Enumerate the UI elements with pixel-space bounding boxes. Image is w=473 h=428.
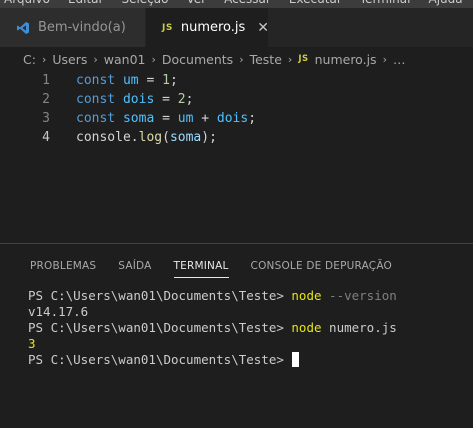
object-token: console — [76, 130, 131, 145]
breadcrumb-wan01[interactable]: wan01 — [104, 52, 146, 67]
menu-selecao[interactable]: Seleção — [112, 0, 177, 8]
paren-token: ( — [162, 130, 170, 145]
terminal-prompt: PS C:\Users\wan01\Documents\Teste> — [28, 320, 284, 335]
code-editor[interactable]: 1 const um = 1; 2 const dois = 2; 3 cons… — [0, 71, 473, 241]
panel-tab-bar: PROBLEMAS SAÍDA TERMINAL CONSOLE DE DEPU… — [0, 244, 473, 288]
chevron-right-icon: › — [239, 52, 244, 66]
bottom-panel: PROBLEMAS SAÍDA TERMINAL CONSOLE DE DEPU… — [0, 243, 473, 428]
operator-token: = — [162, 111, 170, 126]
code-line: 3 const soma = um + dois; — [0, 109, 473, 128]
breadcrumb-more[interactable]: … — [393, 52, 406, 67]
tab-numero-js[interactable]: JS numero.js ✕ — [146, 8, 269, 47]
line-number: 1 — [42, 73, 50, 88]
variable-token: dois — [122, 92, 155, 107]
tab-welcome[interactable]: Bem-vindo(a) — [0, 8, 146, 47]
breadcrumb-file[interactable]: numero.js — [315, 52, 377, 67]
terminal-command: node — [291, 320, 322, 335]
menu-terminal[interactable]: Terminal — [351, 0, 420, 8]
keyword-token: const — [76, 92, 116, 107]
chevron-right-icon: › — [93, 52, 98, 66]
chevron-right-icon: › — [287, 52, 293, 66]
code-line: 1 const um = 1; — [0, 71, 473, 90]
tab-saida[interactable]: SAÍDA — [118, 244, 151, 288]
terminal-prompt: PS C:\Users\wan01\Documents\Teste> — [28, 352, 284, 367]
variable-token: um — [122, 73, 139, 88]
terminal-command: node — [291, 288, 322, 303]
vscode-icon — [16, 21, 30, 35]
breadcrumb: C: › Users › wan01 › Documents › Teste ›… — [0, 47, 473, 71]
semicolon-token: ; — [185, 92, 194, 107]
menu-acessar[interactable]: Acessar — [215, 0, 280, 8]
chevron-right-icon: › — [41, 52, 47, 66]
operator-token: = — [162, 92, 170, 107]
terminal-cursor — [292, 352, 300, 367]
tab-welcome-label: Bem-vindo(a) — [38, 20, 126, 35]
line-number: 3 — [42, 111, 50, 126]
terminal-line: PS C:\Users\wan01\Documents\Teste> node … — [28, 288, 468, 304]
tab-problemas[interactable]: PROBLEMAS — [30, 244, 96, 288]
semicolon-token: ; — [169, 73, 178, 88]
argument-token: soma — [169, 130, 202, 145]
number-token: 2 — [177, 92, 186, 107]
tab-numero-js-label: numero.js — [180, 20, 246, 35]
menu-ver[interactable]: Ver — [177, 0, 215, 8]
menu-executar[interactable]: Executar — [280, 0, 351, 8]
terminal-output[interactable]: PS C:\Users\wan01\Documents\Teste> node … — [28, 288, 468, 368]
code-line: 2 const dois = 2; — [0, 90, 473, 109]
terminal-line: v14.17.6 — [28, 304, 89, 319]
variable-token: soma — [122, 111, 155, 126]
dot-token: . — [130, 130, 139, 145]
tab-console-depuracao[interactable]: CONSOLE DE DEPURAÇÃO — [251, 244, 392, 288]
menu-ajuda[interactable]: Ajuda — [419, 0, 471, 8]
js-file-icon: JS — [162, 22, 173, 33]
operator-token: + — [201, 111, 210, 126]
terminal-prompt: PS C:\Users\wan01\Documents\Teste> — [28, 288, 284, 303]
tab-terminal[interactable]: TERMINAL — [173, 244, 229, 288]
chevron-right-icon: › — [382, 52, 387, 66]
editor-tab-bar: Bem-vindo(a) JS numero.js ✕ — [0, 8, 473, 47]
chevron-right-icon: › — [151, 52, 156, 66]
breadcrumb-drive[interactable]: C: — [23, 52, 36, 67]
breadcrumb-teste[interactable]: Teste — [250, 52, 282, 67]
menu-bar: Arquivo Editar Seleção Ver Acessar Execu… — [0, 0, 473, 8]
terminal-line: 3 — [28, 336, 36, 351]
keyword-token: const — [76, 111, 116, 126]
terminal-line: PS C:\Users\wan01\Documents\Teste> — [28, 352, 468, 368]
code-line: 4 console.log(soma); — [0, 128, 473, 147]
line-number: 2 — [42, 92, 50, 107]
close-icon[interactable]: ✕ — [257, 20, 269, 36]
menu-arquivo[interactable]: Arquivo — [0, 0, 59, 8]
function-token: log — [138, 130, 163, 145]
terminal-argument: --version — [329, 288, 397, 303]
semicolon-token: ; — [248, 111, 257, 126]
menu-editar[interactable]: Editar — [59, 0, 113, 8]
keyword-token: const — [76, 73, 116, 88]
breadcrumb-documents[interactable]: Documents — [162, 52, 233, 67]
paren-token: ); — [201, 130, 217, 145]
terminal-argument: numero.js — [329, 320, 397, 335]
variable-token: dois — [216, 111, 249, 126]
operator-token: = — [146, 73, 155, 88]
line-number: 4 — [42, 130, 50, 145]
js-file-icon: JS — [298, 54, 309, 64]
breadcrumb-users[interactable]: Users — [52, 52, 87, 67]
terminal-line: PS C:\Users\wan01\Documents\Teste> node … — [28, 320, 468, 336]
number-token: 1 — [162, 73, 170, 88]
variable-token: um — [177, 111, 194, 126]
